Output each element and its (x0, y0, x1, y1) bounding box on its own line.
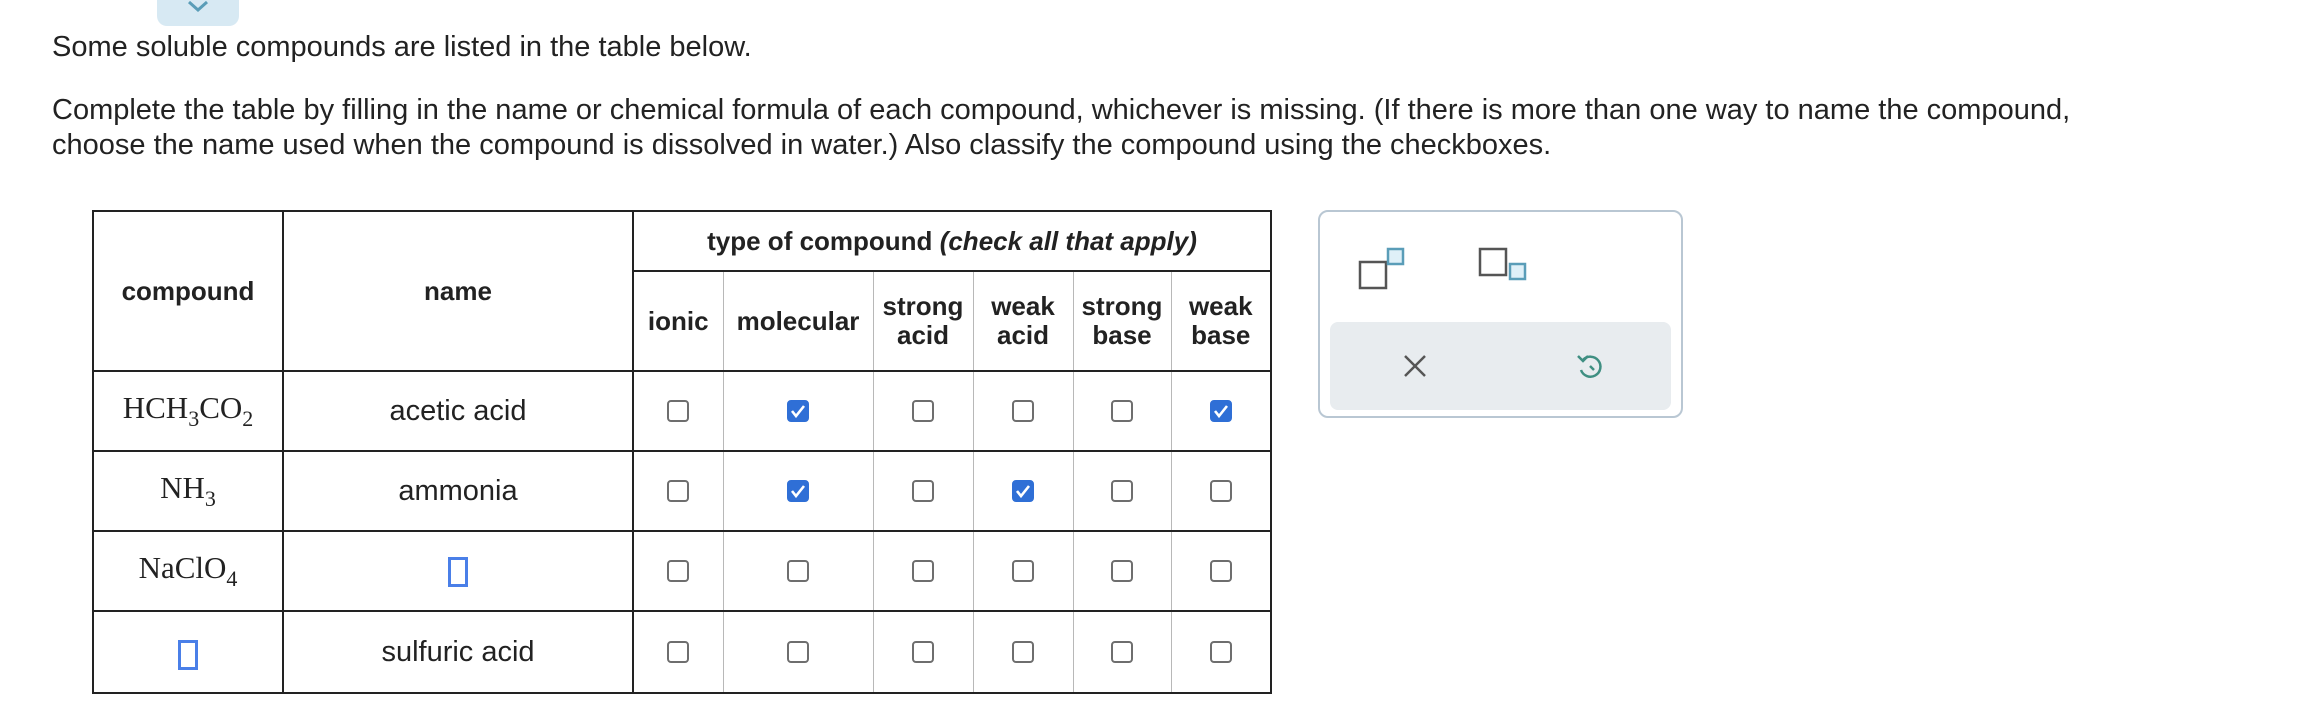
instructions-text: Complete the table by filling in the nam… (52, 94, 2071, 161)
weak-base-checkbox[interactable] (1209, 400, 1232, 422)
header-group-main: type of compound (707, 225, 933, 256)
compound-formula: NH3 (92, 450, 284, 532)
header-compound: compound (92, 210, 284, 372)
checkmark-icon (1213, 405, 1228, 419)
cell-weak-acid (972, 370, 1074, 452)
weak-base-checkbox[interactable] (1209, 560, 1232, 582)
cell-weak-base (1170, 610, 1272, 694)
undo-icon[interactable] (1574, 350, 1606, 382)
superscript-template-icon[interactable] (1358, 246, 1408, 292)
strong-acid-checkbox[interactable] (912, 641, 934, 663)
header-weak-acid: weak acid (972, 270, 1074, 372)
intro-text: Some soluble compounds are listed in the… (52, 31, 752, 63)
cell-molecular (722, 530, 874, 612)
compound-formula: NaClO4 (92, 530, 284, 612)
ionic-checkbox[interactable] (667, 560, 690, 582)
cell-ionic (632, 530, 724, 612)
ionic-checkbox[interactable] (667, 400, 690, 422)
compound-table: compound name type of compound (check al… (92, 210, 1272, 694)
cell-weak-acid (972, 450, 1074, 532)
checkmark-icon (790, 405, 806, 419)
table-row: sulfuric acid (92, 610, 1272, 694)
cell-ionic (632, 370, 724, 452)
table-row: HCH3CO2 acetic acid (92, 370, 1272, 452)
strong-base-checkbox[interactable] (1111, 560, 1133, 582)
weak-acid-checkbox[interactable] (1012, 641, 1034, 663)
cell-strong-acid (872, 610, 974, 694)
compound-name: ammonia (282, 450, 634, 532)
cell-ionic (632, 450, 724, 532)
weak-acid-checkbox[interactable] (1012, 560, 1034, 582)
weak-base-checkbox[interactable] (1209, 641, 1232, 663)
cell-weak-base (1170, 530, 1272, 612)
header-strong-base: strong base (1072, 270, 1172, 372)
cell-strong-base (1072, 530, 1172, 612)
strong-base-checkbox[interactable] (1111, 480, 1133, 502)
strong-base-checkbox[interactable] (1111, 400, 1133, 422)
header-strong-acid: strong acid (872, 270, 974, 372)
molecular-checkbox[interactable] (787, 560, 809, 582)
cell-strong-base (1072, 370, 1172, 452)
compound-formula: HCH3CO2 (92, 370, 284, 452)
header-molecular: molecular (722, 270, 874, 372)
header-weak-base: weak base (1170, 270, 1272, 372)
ionic-checkbox[interactable] (667, 641, 690, 663)
cell-ionic (632, 610, 724, 694)
molecular-checkbox[interactable] (787, 641, 809, 663)
cell-weak-acid (972, 530, 1074, 612)
strong-base-checkbox[interactable] (1111, 641, 1133, 663)
header-group-hint: (check all that apply) (939, 225, 1197, 256)
cell-weak-base (1170, 450, 1272, 532)
table-row: NH3 ammonia (92, 450, 1272, 532)
cell-strong-acid (872, 450, 974, 532)
strong-acid-checkbox[interactable] (912, 400, 934, 422)
cell-strong-acid (872, 370, 974, 452)
strong-acid-checkbox[interactable] (912, 560, 934, 582)
cell-molecular (722, 610, 874, 694)
button-bar (1330, 322, 1671, 410)
header-type-of-compound: type of compound (check all that apply) (632, 210, 1272, 272)
name-answer-slot[interactable] (448, 556, 468, 587)
checkmark-icon (790, 485, 806, 499)
compound-name: acetic acid (282, 370, 634, 452)
strong-acid-checkbox[interactable] (912, 480, 934, 502)
compound-name: sulfuric acid (282, 610, 634, 694)
chevron-down-icon (188, 0, 208, 12)
cell-strong-base (1072, 450, 1172, 532)
weak-base-checkbox[interactable] (1209, 480, 1232, 502)
answer-tools-panel (1318, 210, 1683, 418)
clear-x-icon[interactable] (1402, 353, 1428, 379)
header-ionic: ionic (632, 270, 724, 372)
compound-name[interactable] (282, 530, 634, 612)
cell-strong-base (1072, 610, 1172, 694)
molecular-checkbox[interactable] (787, 400, 809, 422)
checkmark-icon (1015, 485, 1031, 499)
weak-acid-checkbox[interactable] (1012, 480, 1034, 502)
compound-formula[interactable] (92, 610, 284, 694)
molecular-checkbox[interactable] (787, 480, 809, 502)
cell-molecular (722, 370, 874, 452)
cell-molecular (722, 450, 874, 532)
collapse-tab[interactable] (157, 0, 239, 26)
weak-acid-checkbox[interactable] (1012, 400, 1034, 422)
cell-weak-base (1170, 370, 1272, 452)
header-name: name (282, 210, 634, 372)
cell-strong-acid (872, 530, 974, 612)
subscript-template-icon[interactable] (1478, 246, 1532, 292)
formula-answer-slot[interactable] (178, 639, 198, 670)
cell-weak-acid (972, 610, 1074, 694)
ionic-checkbox[interactable] (667, 480, 690, 502)
table-row: NaClO4 (92, 530, 1272, 612)
